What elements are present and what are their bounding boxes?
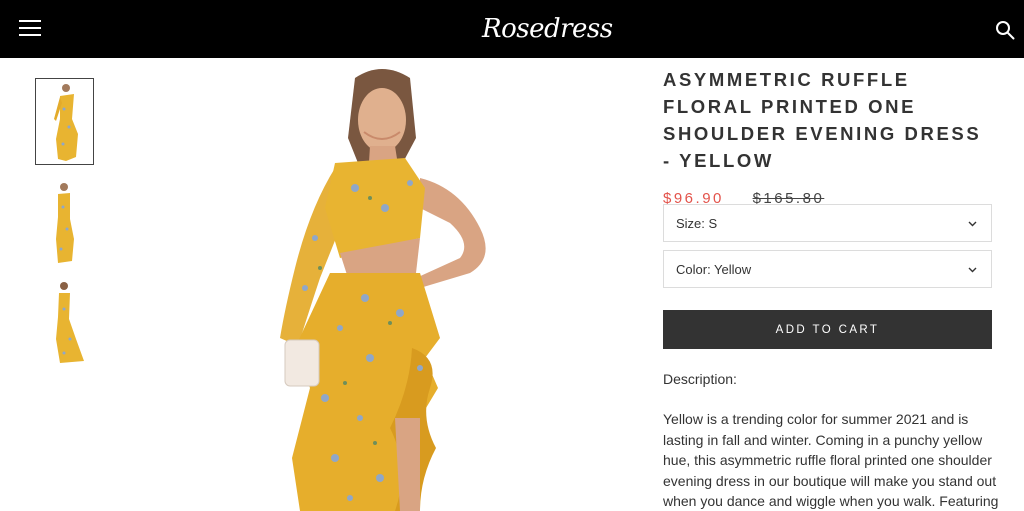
product-info-panel: ASYMMETRIC RUFFLE FLORAL PRINTED ONE SHO…: [663, 66, 998, 509]
add-to-cart-button[interactable]: ADD TO CART: [663, 310, 992, 349]
description-text: Yellow is a trending color for summer 20…: [663, 411, 999, 509]
hamburger-menu-icon[interactable]: [19, 20, 41, 36]
description-heading: Description:: [663, 371, 737, 387]
store-logo[interactable]: Rosedress: [482, 12, 613, 46]
thumbnail-back-view[interactable]: [36, 279, 93, 364]
color-select-label: Color: Yellow: [676, 262, 752, 277]
thumbnail-front-view[interactable]: [35, 78, 94, 165]
size-select[interactable]: Size: S: [663, 204, 992, 242]
size-select-label: Size: S: [676, 216, 718, 231]
search-icon[interactable]: [995, 20, 1015, 40]
top-header: Rosedress: [0, 0, 1024, 58]
color-select[interactable]: Color: Yellow: [663, 250, 992, 288]
thumbnail-side-view[interactable]: [36, 179, 93, 264]
product-title: ASYMMETRIC RUFFLE FLORAL PRINTED ONE SHO…: [663, 69, 982, 171]
main-product-image: [120, 58, 640, 511]
chevron-down-icon: [968, 221, 977, 227]
chevron-down-icon: [968, 267, 977, 273]
